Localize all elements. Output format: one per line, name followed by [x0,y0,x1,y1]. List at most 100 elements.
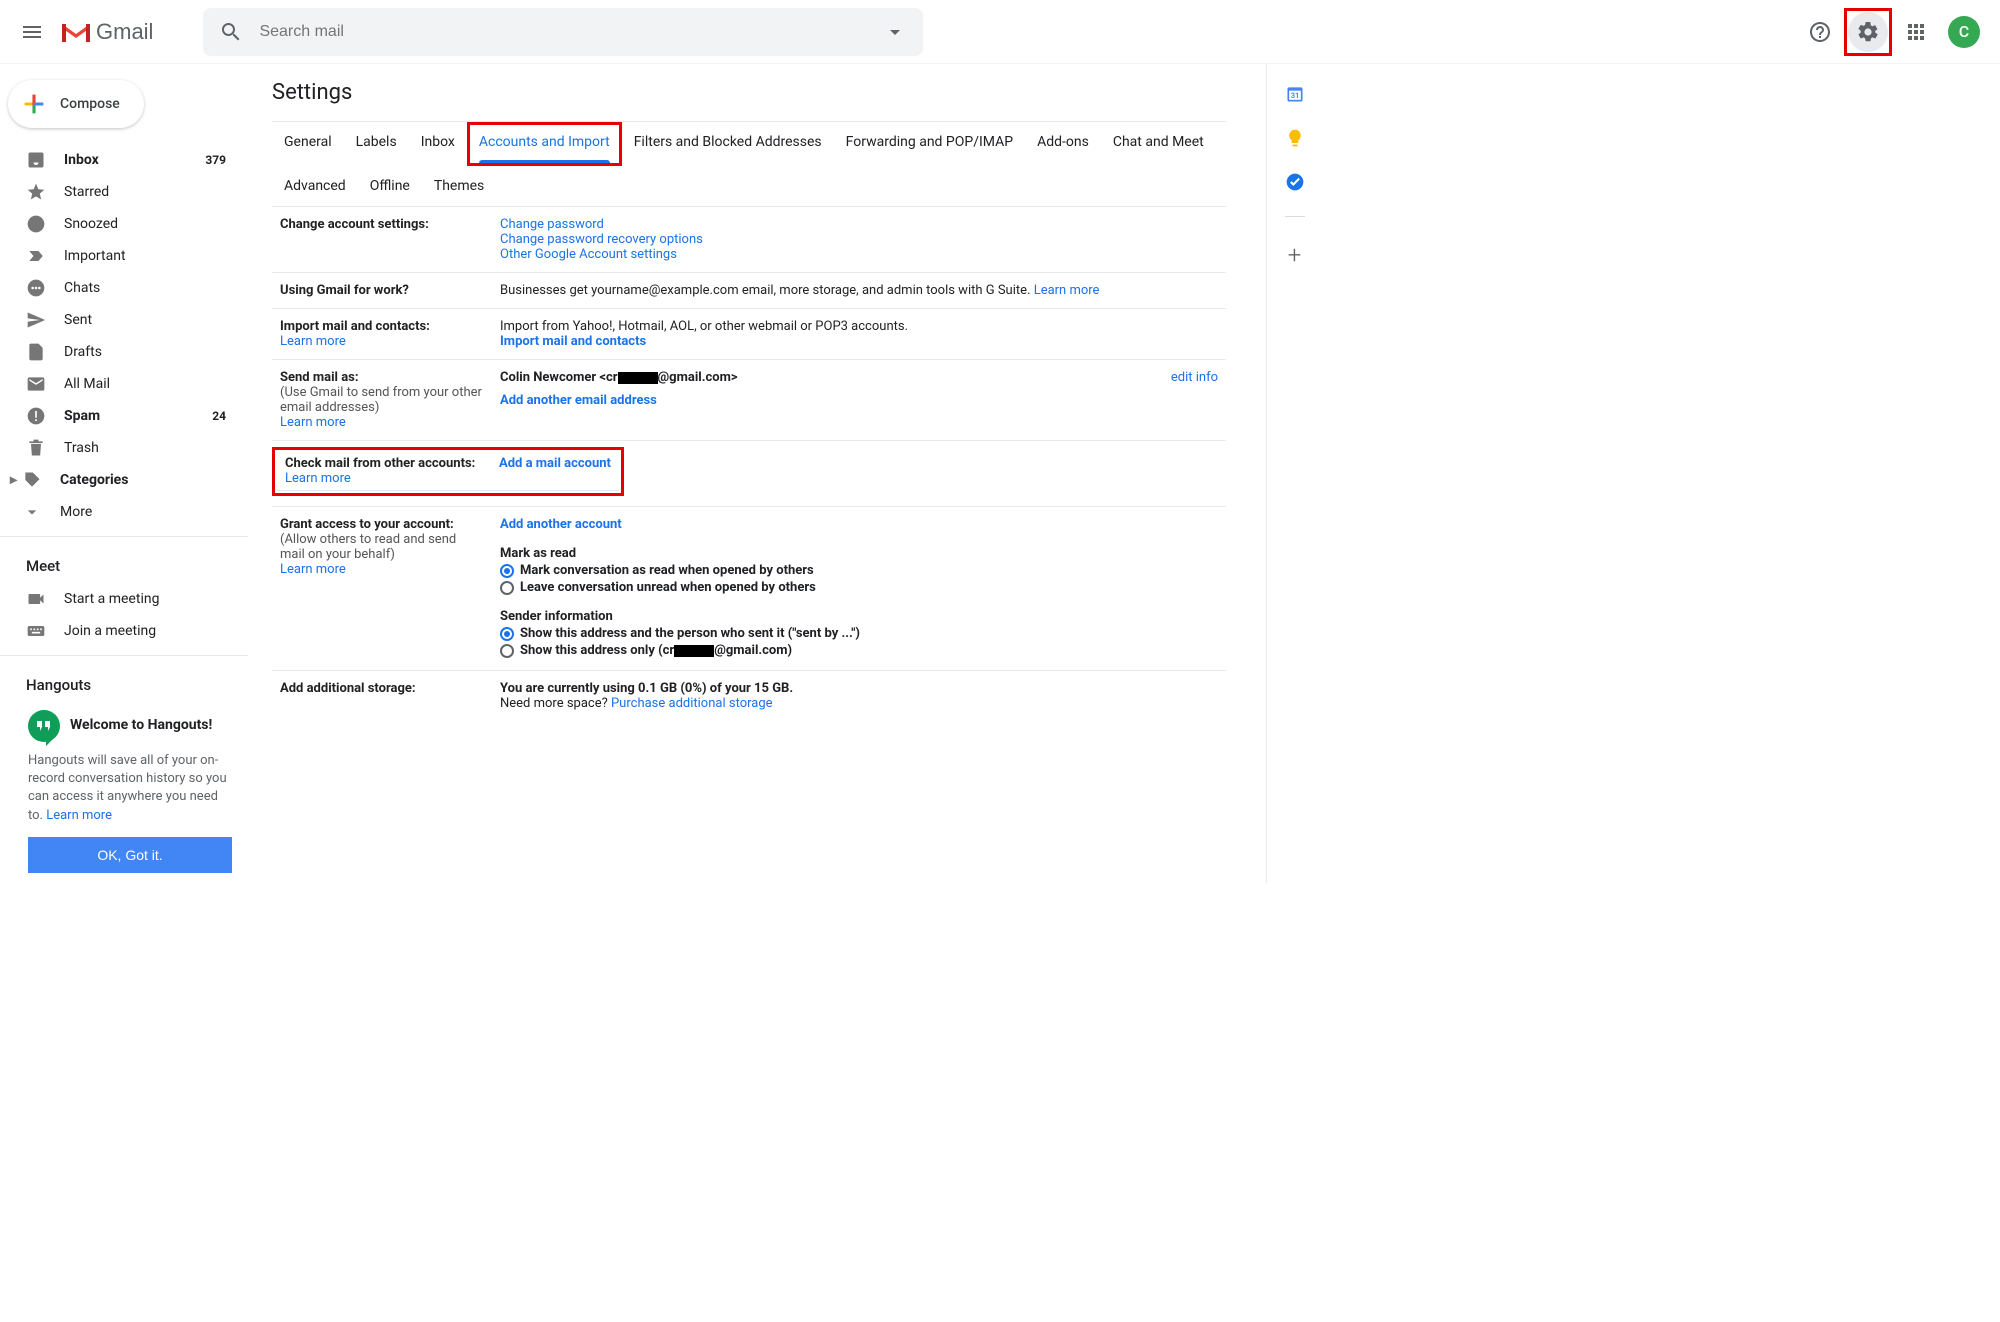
sidebar-item-starred[interactable]: Starred [0,176,248,208]
keyboard-icon [26,621,46,641]
gmail-work-label: Using Gmail for work? [280,283,409,298]
main-menu-button[interactable] [8,8,56,56]
gmail-icon [60,20,92,44]
chats-icon [26,278,46,298]
hangouts-promo: Welcome to Hangouts! Hangouts will save … [0,710,248,883]
categories-icon [22,470,42,490]
grant-label: Grant access to your account: [280,517,484,532]
add-email-link[interactable]: Add another email address [500,393,657,408]
tab-advanced[interactable]: Advanced [272,166,358,206]
nav-label: Chats [64,280,100,296]
hangouts-ok-button[interactable]: OK, Got it. [28,837,232,873]
trash-icon [26,438,46,458]
gmail-wordmark: Gmail [96,19,153,45]
sidebar-item-sent[interactable]: Sent [0,304,248,336]
grant-sublabel: (Allow others to read and send mail on y… [280,532,484,562]
search-dropdown-button[interactable] [875,12,915,52]
keep-addon-button[interactable] [1285,128,1305,148]
gmail-logo[interactable]: Gmail [60,19,153,45]
clock-icon [26,214,46,234]
radio-icon [500,581,514,595]
sidebar-item-inbox[interactable]: Inbox379 [0,144,248,176]
search-bar[interactable] [203,8,923,56]
add-mail-account-link[interactable]: Add a mail account [499,456,611,471]
help-icon [1808,20,1832,44]
video-icon [26,589,46,609]
account-avatar[interactable]: C [1948,16,1980,48]
radio-icon [500,644,514,658]
change-password-link[interactable]: Change password [500,217,604,232]
add-another-account-link[interactable]: Add another account [500,517,622,532]
row-change-account: Change account settings: Change password… [272,207,1226,273]
mark-read-opt2[interactable]: Leave conversation unread when opened by… [500,580,1218,595]
keep-icon [1285,128,1305,148]
gear-icon [1856,20,1880,44]
tab-chat-and-meet[interactable]: Chat and Meet [1101,122,1216,166]
star-icon [26,182,46,202]
search-icon[interactable] [211,12,251,52]
sidebar-item-chats[interactable]: Chats [0,272,248,304]
sidebar-item-snoozed[interactable]: Snoozed [0,208,248,240]
tasks-addon-button[interactable] [1285,172,1305,192]
tab-label: Themes [434,178,484,194]
tab-general[interactable]: General [272,122,344,166]
nav-label: Trash [64,440,99,456]
nav-label: Snoozed [64,216,118,232]
get-addons-button[interactable]: + [1288,241,1302,269]
sent-icon [26,310,46,330]
tab-add-ons[interactable]: Add-ons [1025,122,1101,166]
edit-info-link[interactable]: edit info [1171,370,1218,385]
sidebar: Compose Inbox379Starred Snoozed Important C… [0,64,256,883]
grant-learn-link[interactable]: Learn more [280,562,346,577]
sender-opt1[interactable]: Show this address and the person who sen… [500,626,1218,641]
nav-label: Inbox [64,152,99,168]
sidebar-item-drafts[interactable]: Drafts [0,336,248,368]
search-input[interactable] [251,23,875,41]
tab-accounts-and-import[interactable]: Accounts and Import [467,122,622,166]
calendar-addon-button[interactable]: 31 [1285,84,1305,104]
send-as-sublabel: (Use Gmail to send from your other email… [280,385,484,415]
sidebar-item-categories[interactable]: ▸Categories [0,464,248,496]
tab-forwarding-and-pop-imap[interactable]: Forwarding and POP/IMAP [834,122,1025,166]
import-action-link[interactable]: Import mail and contacts [500,334,646,349]
redacted-email-part [674,645,714,657]
sidebar-item-spam[interactable]: Spam24 [0,400,248,432]
hangouts-learn-more-link[interactable]: Learn more [46,808,112,823]
nav-label: Important [64,248,126,264]
sidebar-item-all-mail[interactable]: All Mail [0,368,248,400]
change-recovery-link[interactable]: Change password recovery options [500,232,703,247]
sidebar-item-more[interactable]: More [0,496,248,528]
tab-inbox[interactable]: Inbox [409,122,467,166]
tab-filters-and-blocked-addresses[interactable]: Filters and Blocked Addresses [622,122,834,166]
support-button[interactable] [1800,12,1840,52]
tab-label: Offline [370,178,410,194]
send-as-learn-link[interactable]: Learn more [280,415,346,430]
settings-table: Change account settings: Change password… [272,207,1226,721]
sidebar-item-trash[interactable]: Trash [0,432,248,464]
check-mail-learn-link[interactable]: Learn more [285,471,351,486]
hamburger-icon [20,20,44,44]
nav-label: Sent [64,312,92,328]
import-learn-link[interactable]: Learn more [280,334,346,349]
nav-label: Categories [60,472,128,488]
sender-opt2[interactable]: Show this address only (cr@gmail.com) [500,643,1218,658]
nav-label: Start a meeting [64,591,159,607]
header-actions: C [1800,8,1992,56]
meet-item-join-a-meeting[interactable]: Join a meeting [0,615,248,647]
gmail-work-learn-link[interactable]: Learn more [1034,283,1100,298]
mark-read-opt1[interactable]: Mark conversation as read when opened by… [500,563,1218,578]
meet-item-start-a-meeting[interactable]: Start a meeting [0,583,248,615]
apps-button[interactable] [1896,12,1936,52]
row-storage: Add additional storage: You are currentl… [272,671,1226,722]
tab-label: Accounts and Import [479,134,610,150]
tab-offline[interactable]: Offline [358,166,422,206]
tab-labels[interactable]: Labels [344,122,409,166]
purchase-storage-link[interactable]: Purchase additional storage [611,696,773,711]
settings-button-highlighted[interactable] [1844,8,1892,56]
sidebar-item-important[interactable]: Important [0,240,248,272]
other-settings-link[interactable]: Other Google Account settings [500,247,677,262]
tab-label: Advanced [284,178,346,194]
tab-themes[interactable]: Themes [422,166,496,206]
allmail-icon [26,374,46,394]
compose-button[interactable]: Compose [8,80,144,128]
